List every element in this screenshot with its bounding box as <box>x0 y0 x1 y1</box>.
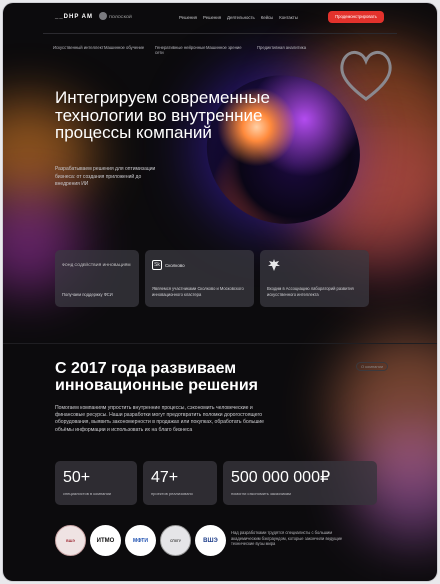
category-item[interactable]: Предиктивная аналитика <box>257 45 308 56</box>
stat-card: 47+ проектов реализовано <box>143 461 217 505</box>
category-item[interactable]: Машинное обучение <box>104 45 155 56</box>
partner-badge: ПОЛОСКОЙ <box>99 12 132 20</box>
menu-item[interactable]: Решения <box>203 15 221 20</box>
credential-text: Получаем поддержку ФСИ <box>62 291 113 297</box>
section-description: Помогаем компаниям упростить внутренние … <box>55 405 264 433</box>
category-list: Искусственный интеллект Машинное обучени… <box>53 45 308 56</box>
stat-value: 500 000 000₽ <box>231 469 331 486</box>
mipt-logo: МФТИ <box>125 525 156 556</box>
credential-card-fsi[interactable]: ФОНД СОДЕЙСТВИЯ ИННОВАЦИЯМ Получаем подд… <box>55 250 139 307</box>
menu-item[interactable]: Контакты <box>279 15 298 20</box>
itmo-logo: ИТМО <box>90 525 121 556</box>
stat-label: специалистов в компании <box>63 491 112 496</box>
hse-logo: ВШЭ <box>55 525 86 556</box>
menu-item[interactable]: Деятельность <box>227 15 255 20</box>
section-title: С 2017 года развиваем инновационные реше… <box>55 360 258 394</box>
badge-icon <box>99 12 107 20</box>
menu-item[interactable]: Решения <box>179 15 197 20</box>
skolkovo-icon: Sk <box>152 260 162 270</box>
stat-value: 47+ <box>151 469 179 486</box>
category-item[interactable]: Машинное зрение <box>206 45 257 56</box>
credentials-cards: ФОНД СОДЕЙСТВИЯ ИННОВАЦИЯМ Получаем подд… <box>55 250 369 307</box>
association-logo <box>267 258 362 272</box>
stat-label: проектов реализовано <box>151 491 193 496</box>
skolkovo-label: Сколково <box>165 262 185 268</box>
skolkovo-logo: Sk Сколково <box>152 258 247 272</box>
top-navigation: __DHP AM ПОЛОСКОЙ Решения Решения Деятел… <box>3 3 437 33</box>
heart-icon <box>340 51 392 101</box>
badge-label: ПОЛОСКОЙ <box>109 13 132 19</box>
credential-text: Входим в Ассоциацию лабораторий развития… <box>267 286 354 297</box>
section-divider <box>3 343 437 344</box>
credential-card-association[interactable]: Входим в Ассоциацию лабораторий развития… <box>260 250 369 307</box>
menu-item[interactable]: Кейсы <box>261 15 274 20</box>
hero-title: Интегрируем современные технологии во вн… <box>55 88 270 142</box>
stat-card: 500 000 000₽ помогли сэкономить заказчик… <box>223 461 377 505</box>
hse-logo: ВШЭ <box>195 525 226 556</box>
stats-row: 50+ специалистов в компании 47+ проектов… <box>55 461 377 505</box>
page-frame: __DHP AM ПОЛОСКОЙ Решения Решения Деятел… <box>3 3 437 581</box>
stat-card: 50+ специалистов в компании <box>55 461 137 505</box>
credential-card-skolkovo[interactable]: Sk Сколково Являемся участниками Сколков… <box>145 250 254 307</box>
fsi-logo: ФОНД СОДЕЙСТВИЯ ИННОВАЦИЯМ <box>62 263 131 267</box>
about-pill[interactable]: О компании <box>356 362 389 371</box>
nav-divider <box>43 33 397 34</box>
category-item[interactable]: Искусственный интеллект <box>53 45 104 56</box>
hero-subtitle: Разрабатываем решения для оптимизации би… <box>55 166 156 187</box>
category-item[interactable]: Генеративные нейронные сети <box>155 45 206 56</box>
partners-note: Над разработками трудятся специалисты с … <box>231 530 343 547</box>
stat-label: помогли сэкономить заказчикам <box>231 491 291 496</box>
stat-value: 50+ <box>63 469 91 486</box>
eagle-emblem-icon <box>268 259 280 271</box>
main-menu: Решения Решения Деятельность Кейсы Конта… <box>179 15 298 20</box>
partner-logos: ВШЭ ИТМО МФТИ СПбГУ ВШЭ <box>55 525 226 556</box>
spbu-logo: СПбГУ <box>160 525 191 556</box>
contact-cta-button[interactable]: Продемонстрировать <box>328 11 384 23</box>
credential-text: Являемся участниками Сколково и Московск… <box>152 286 244 297</box>
site-logo[interactable]: __DHP AM <box>55 14 93 20</box>
